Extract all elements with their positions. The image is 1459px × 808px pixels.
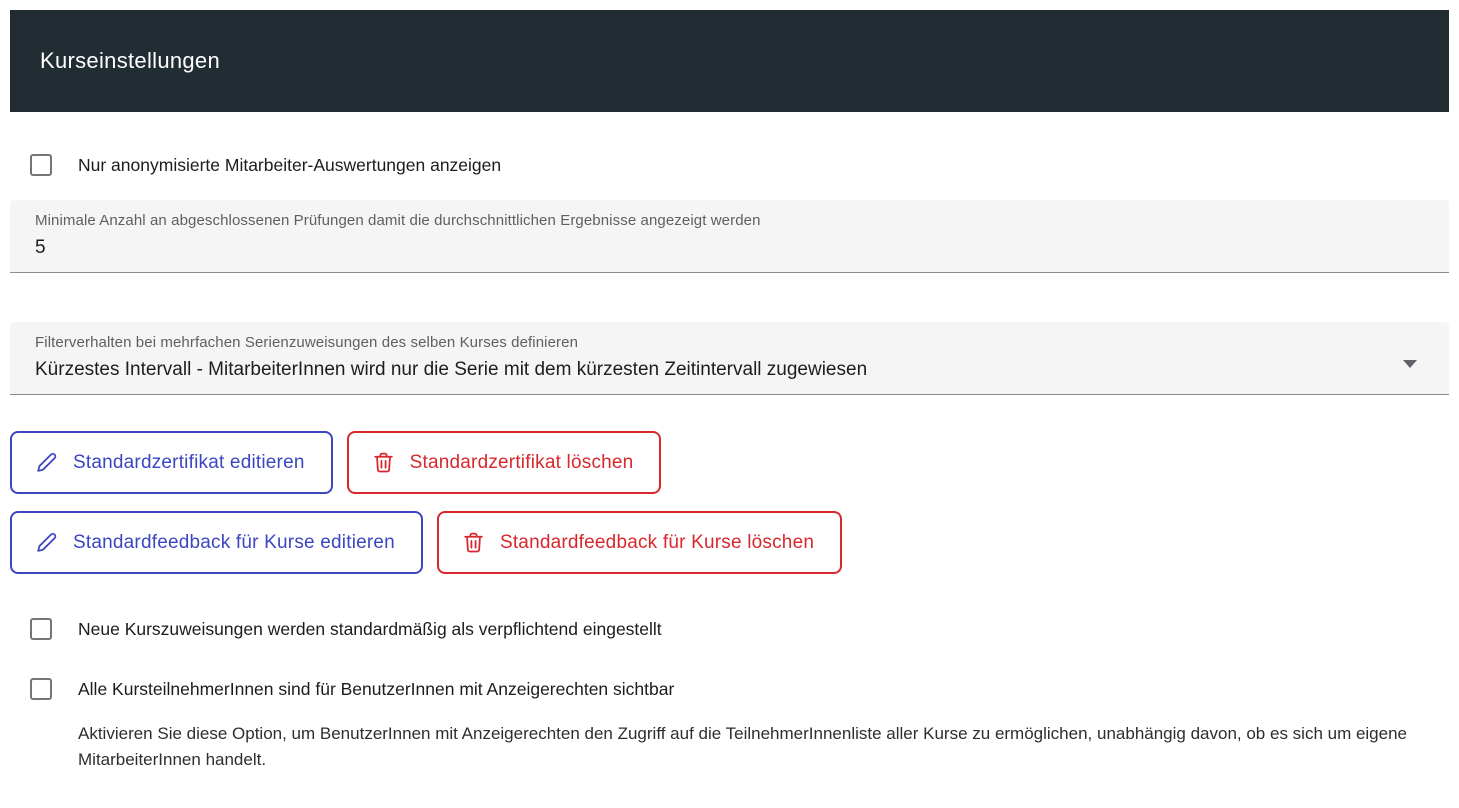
filter-behavior-select[interactable]: Filterverhalten bei mehrfachen Serienzuw… <box>10 322 1449 395</box>
edit-certificate-button-label: Standardzertifikat editieren <box>73 452 305 474</box>
edit-feedback-button[interactable]: Standardfeedback für Kurse editieren <box>10 511 423 574</box>
page-header: Kurseinstellungen <box>10 10 1449 112</box>
edit-feedback-button-label: Standardfeedback für Kurse editieren <box>73 532 395 554</box>
edit-certificate-button[interactable]: Standardzertifikat editieren <box>10 431 333 494</box>
anonymized-checkbox[interactable] <box>30 154 52 176</box>
participants-visible-setting-row[interactable]: Alle KursteilnehmerInnen sind für Benutz… <box>10 678 1449 700</box>
anonymized-checkbox-label[interactable]: Nur anonymisierte Mitarbeiter-Auswertung… <box>78 155 501 176</box>
filter-behavior-selected-option[interactable]: Kürzestes Intervall - MitarbeiterInnen w… <box>35 359 1389 381</box>
mandatory-default-checkbox-label[interactable]: Neue Kurszuweisungen werden standardmäßi… <box>78 619 662 640</box>
anonymized-setting-row[interactable]: Nur anonymisierte Mitarbeiter-Auswertung… <box>10 154 1449 176</box>
pencil-icon <box>34 450 59 475</box>
settings-form: Nur anonymisierte Mitarbeiter-Auswertung… <box>10 154 1449 774</box>
participants-visible-hint: Aktivieren Sie diese Option, um Benutzer… <box>10 721 1449 774</box>
participants-visible-checkbox[interactable] <box>30 678 52 700</box>
delete-feedback-button-label: Standardfeedback für Kurse löschen <box>500 532 814 554</box>
min-exams-field[interactable]: Minimale Anzahl an abgeschlossenen Prüfu… <box>10 200 1449 273</box>
delete-feedback-button[interactable]: Standardfeedback für Kurse löschen <box>437 511 842 574</box>
min-exams-field-label: Minimale Anzahl an abgeschlossenen Prüfu… <box>35 212 1389 229</box>
delete-certificate-button[interactable]: Standardzertifikat löschen <box>347 431 662 494</box>
filter-behavior-select-label: Filterverhalten bei mehrfachen Serienzuw… <box>35 334 1389 351</box>
certificate-button-row: Standardzertifikat editieren Standardzer… <box>10 431 1449 494</box>
feedback-button-row: Standardfeedback für Kurse editieren Sta… <box>10 511 1449 574</box>
pencil-icon <box>34 530 59 555</box>
mandatory-default-checkbox[interactable] <box>30 618 52 640</box>
caret-down-icon <box>1403 360 1417 368</box>
participants-visible-checkbox-label[interactable]: Alle KursteilnehmerInnen sind für Benutz… <box>78 679 674 700</box>
trash-icon <box>371 450 396 475</box>
delete-certificate-button-label: Standardzertifikat löschen <box>410 452 634 474</box>
min-exams-input[interactable]: 5 <box>35 237 1389 259</box>
page-title: Kurseinstellungen <box>40 48 220 74</box>
mandatory-default-setting-row[interactable]: Neue Kurszuweisungen werden standardmäßi… <box>10 618 1449 640</box>
trash-icon <box>461 530 486 555</box>
course-settings-page: Kurseinstellungen Nur anonymisierte Mita… <box>0 0 1459 774</box>
